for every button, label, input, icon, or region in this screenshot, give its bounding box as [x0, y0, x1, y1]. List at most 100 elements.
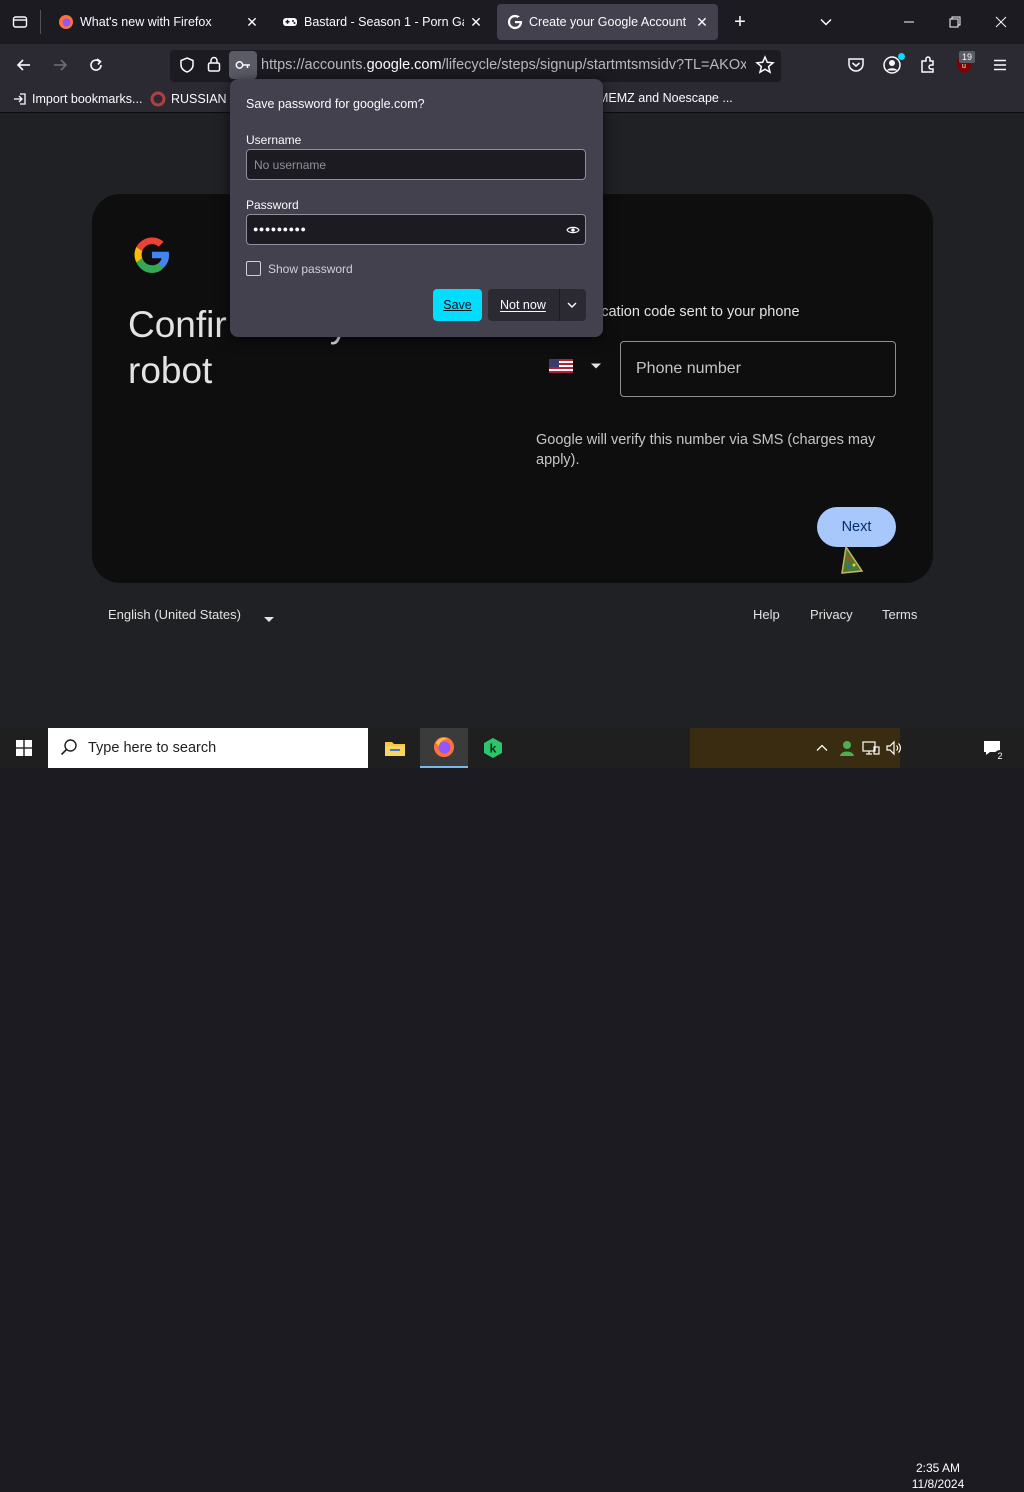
minimize-icon [904, 21, 914, 23]
url-prefix: https://accounts. [261, 57, 367, 73]
show-password-label: Show password [268, 262, 353, 276]
reload-button[interactable] [81, 50, 111, 80]
eye-icon[interactable] [566, 223, 580, 237]
tab-bastard[interactable]: Bastard - Season 1 - Porn Game ✕ [272, 4, 492, 40]
start-button[interactable] [0, 728, 48, 768]
language-selector[interactable]: English (United States) [108, 607, 241, 622]
save-password-button[interactable]: Save [433, 289, 482, 321]
app-k-button[interactable]: k [469, 728, 517, 768]
username-field[interactable]: No username [246, 149, 586, 180]
popup-title: Save password for google.com? [246, 97, 425, 111]
gamepad-icon [282, 14, 298, 30]
back-button[interactable] [9, 50, 39, 80]
us-flag-icon [549, 359, 573, 373]
clock-date: 11/8/2024 [911, 1477, 965, 1491]
tray-app-icon[interactable] [838, 739, 856, 762]
back-arrow-icon [16, 59, 30, 71]
privacy-link[interactable]: Privacy [810, 607, 853, 622]
password-field[interactable]: ●●●●●●●●● [246, 214, 586, 245]
tab-google-account[interactable]: Create your Google Account ✕ [497, 4, 718, 40]
password-label: Password [246, 198, 299, 212]
red-circle-icon [150, 91, 166, 107]
cursor-icon [840, 544, 864, 582]
folder-icon [385, 742, 405, 756]
next-button[interactable]: Next [817, 507, 896, 547]
show-password-checkbox[interactable] [246, 261, 261, 276]
minimize-button[interactable] [886, 0, 932, 44]
notification-count-badge: 2 [994, 750, 1006, 762]
username-placeholder: No username [254, 158, 327, 172]
close-tab-icon[interactable]: ✕ [690, 14, 714, 31]
close-window-button[interactable] [978, 0, 1024, 44]
bookmark-import[interactable]: Import bookmarks... [12, 91, 142, 107]
import-icon [14, 93, 26, 105]
chevron-down-icon[interactable] [567, 300, 577, 310]
svg-text:u: u [962, 63, 966, 70]
bookmark-star-icon[interactable] [755, 55, 775, 80]
extension-count-badge: 19 [959, 51, 976, 63]
chevron-up-icon[interactable] [815, 741, 829, 760]
divider [559, 289, 560, 321]
network-icon[interactable] [862, 739, 880, 762]
key-icon [235, 61, 250, 69]
bookmark-russian[interactable]: RUSSIAN TI [150, 91, 241, 107]
password-key-button[interactable] [229, 51, 257, 79]
not-now-button[interactable]: Not now [488, 289, 586, 321]
svg-text:k: k [490, 742, 497, 756]
plus-icon: + [734, 10, 746, 33]
tracking-protection-shield-icon[interactable] [178, 56, 196, 79]
pocket-icon[interactable] [846, 55, 866, 80]
bookmark-memz[interactable]: MEMZ and Noescape ... [598, 91, 733, 105]
restore-button[interactable] [932, 0, 978, 44]
taskbar-clock[interactable]: 2:35 AM 11/8/2024 [908, 1460, 968, 1492]
bookmark-label: MEMZ and Noescape ... [598, 91, 733, 105]
close-icon [995, 16, 1007, 28]
sync-dot-badge [898, 53, 905, 60]
search-icon [60, 738, 78, 761]
save-password-popup: Save password for google.com? Username N… [230, 79, 603, 337]
google-logo-icon [131, 234, 173, 281]
page-title-line1: Confir [128, 304, 227, 345]
caret-down-icon [591, 363, 601, 369]
url-domain: google.com [366, 57, 442, 73]
page-title-line2: robot [128, 350, 213, 391]
tab-title: Bastard - Season 1 - Porn Game [304, 15, 464, 29]
reload-icon [90, 58, 102, 71]
clock-time: 2:35 AM [915, 1461, 961, 1475]
google-icon [507, 14, 523, 30]
url-text[interactable]: https://accounts.google.com/lifecycle/st… [261, 57, 746, 73]
close-tab-icon[interactable]: ✕ [240, 14, 264, 31]
extensions-puzzle-icon[interactable] [918, 55, 938, 80]
firefox-taskbar-button[interactable] [420, 728, 468, 768]
firefox-view-button[interactable] [0, 0, 40, 44]
forward-arrow-icon [54, 59, 68, 71]
chevron-down-icon [820, 18, 832, 26]
windows-logo-icon [16, 740, 32, 756]
firefox-icon [58, 14, 74, 30]
lock-icon[interactable] [205, 55, 223, 78]
phone-number-placeholder: Phone number [636, 360, 741, 377]
firefox-icon [434, 737, 454, 757]
k-app-icon: k [484, 738, 502, 758]
country-selector[interactable] [549, 359, 602, 373]
taskbar-search-placeholder: Type here to search [88, 740, 217, 756]
tab-strip: What's new with Firefox ✕ Bastard - Seas… [0, 0, 1024, 44]
forward-button[interactable] [45, 50, 75, 80]
restore-icon [949, 16, 961, 28]
divider [40, 10, 41, 34]
language-label: English (United States) [108, 607, 241, 622]
terms-link[interactable]: Terms [882, 607, 917, 622]
not-now-label: Not now [500, 298, 546, 312]
close-tab-icon[interactable]: ✕ [464, 14, 488, 31]
firefox-view-icon [12, 16, 28, 28]
tab-whats-new[interactable]: What's new with Firefox ✕ [48, 4, 268, 40]
caret-down-icon [264, 611, 274, 629]
file-explorer-button[interactable] [371, 728, 419, 768]
verify-sms-text: Google will verify this number via SMS (… [536, 432, 876, 468]
new-tab-button[interactable]: + [726, 0, 754, 44]
sms-hint-text: ication code sent to your phone [598, 304, 800, 320]
volume-icon[interactable] [885, 739, 903, 762]
hamburger-menu-icon[interactable] [990, 55, 1010, 80]
list-all-tabs-button[interactable] [810, 0, 842, 44]
help-link[interactable]: Help [753, 607, 780, 622]
